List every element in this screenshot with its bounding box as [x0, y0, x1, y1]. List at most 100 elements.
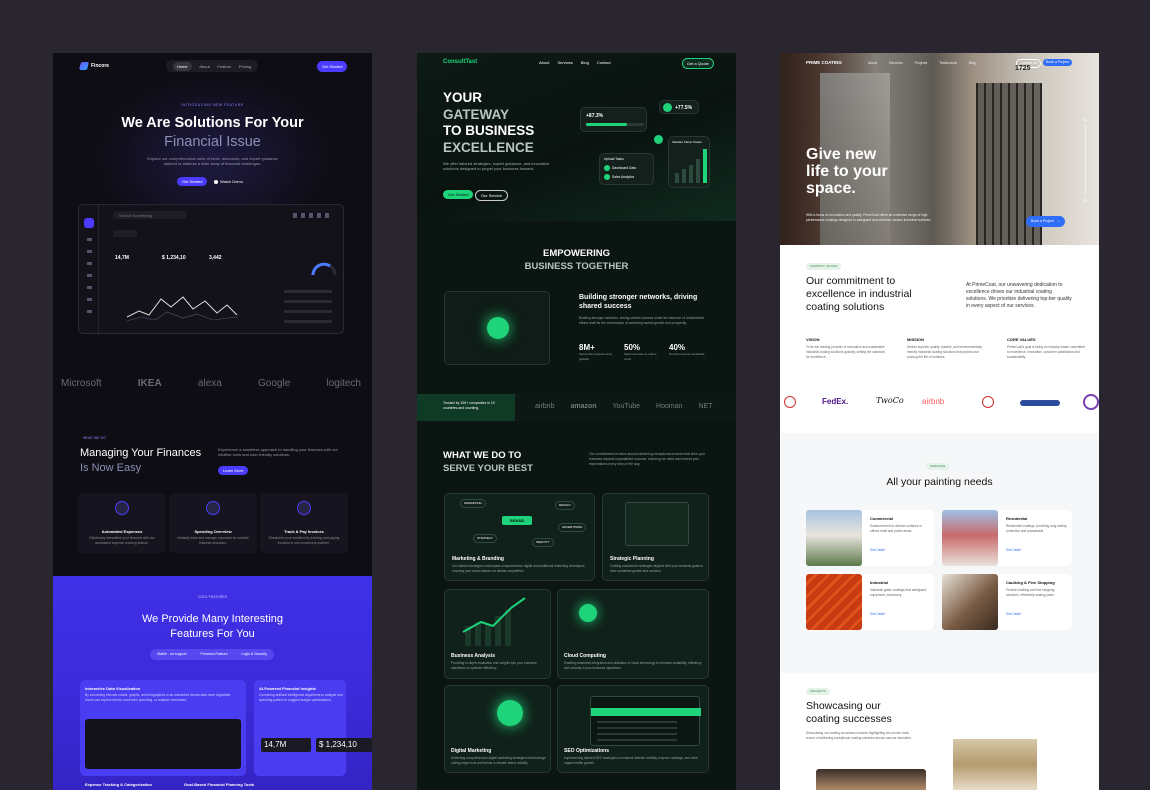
dashboard-gauge: [311, 262, 337, 276]
upload-tasks-card: Upload Tasks Dashboard Data Sales Analyt…: [599, 153, 654, 185]
projects-text: Showcasing our coating successes involve…: [806, 731, 912, 740]
hero-get-started-button[interactable]: Get Started: [177, 177, 208, 186]
service-strategic[interactable]: Strategic Planning Crafting customized s…: [602, 493, 709, 581]
prime-coating-logo[interactable]: PRIME COATING: [806, 60, 842, 66]
stat-balance: $ 1,234,10: [162, 255, 186, 261]
watch-demo-button[interactable]: Watch Demo: [214, 179, 243, 184]
dashboard-top-icons: [293, 213, 333, 218]
nav-about[interactable]: About: [868, 61, 877, 66]
stat-2: 50% Sales increase & reduce costs: [624, 343, 657, 361]
feature-card-visualization: Interactive Data Visualization By conver…: [80, 680, 246, 776]
tab-security[interactable]: Login & Security: [242, 652, 268, 657]
fincore-logo-icon: [78, 62, 90, 70]
nav-pricing[interactable]: Pricing: [239, 64, 251, 69]
house-number: 1725: [1015, 65, 1031, 72]
logo-ikea: IKEA: [137, 378, 162, 389]
features-section: COOL FEATURES We Provide Many Interestin…: [53, 576, 372, 790]
learn-more-button[interactable]: Learn More: [218, 466, 249, 475]
tab-premium[interactable]: Premium Feature: [201, 652, 228, 657]
dashboard-search-input[interactable]: Search Something: [113, 211, 187, 219]
service-marketing[interactable]: BRAND MARKETING DESIGN ADVERTISING STRAT…: [444, 493, 595, 581]
consulttast-logo[interactable]: ConsultTast: [443, 59, 477, 65]
hero-title: Give new life to your space.: [806, 146, 888, 197]
growth-chart-illustration: [462, 597, 526, 646]
task-icon: [604, 165, 610, 171]
get-quote-button[interactable]: Get a Quote: [682, 58, 714, 69]
nav-projects[interactable]: Projects: [915, 61, 928, 66]
value-core: CORE VALUES PrimeCoat's goal is being an…: [1007, 337, 1085, 359]
nav-testimonial[interactable]: Testimonial: [939, 61, 957, 66]
main-nav: Home About Feature Pricing: [166, 60, 258, 72]
partner-logos: Microsoft IKEA alexa Google logitech: [61, 378, 361, 389]
metric-card-2: +77.5%: [659, 100, 699, 114]
sidebar-icons: [87, 238, 92, 318]
nav-services[interactable]: Services: [889, 61, 902, 66]
play-icon: [214, 179, 218, 184]
network-illustration: [444, 291, 550, 365]
trusted-logos: airbnb amazon YouTube Hooman NET: [535, 403, 735, 410]
nav-feature[interactable]: Feature: [217, 64, 231, 69]
section2-eyebrow: WHAT WE DO: [83, 436, 106, 440]
trusted-bar: Trusted by 150+ companies in 10 countrie…: [417, 394, 736, 421]
get-started-nav-button[interactable]: Get Started: [317, 61, 348, 72]
transaction-list: [284, 290, 332, 328]
service-digital-marketing[interactable]: Digital Marketing Delivering comprehensi…: [444, 685, 551, 773]
values-title: Our commitment to excellence in industri…: [806, 275, 912, 313]
clock-icon: [297, 501, 311, 515]
dashboard-filter[interactable]: [113, 230, 137, 237]
network-text: Building stronger networks, driving shar…: [579, 316, 705, 325]
service-cloud[interactable]: Cloud Computing Enabling seamless integr…: [557, 589, 709, 679]
dashboard-logo-icon: [84, 218, 94, 228]
nav-blog[interactable]: Blog: [969, 61, 976, 66]
hero-title-line2: Financial Issue: [164, 134, 261, 150]
project-image-2[interactable]: [953, 739, 1037, 790]
service-caulking[interactable]: Caulking & Fine Stopping Precise caulkin…: [942, 574, 1072, 630]
service-seo[interactable]: SEO Optimizations Implementing tailored …: [557, 685, 709, 773]
services-title: WHAT WE DO TO SERVE YOUR BEST: [443, 450, 533, 474]
slide-indicator-end: 03: [1083, 198, 1088, 203]
growth-icon: [663, 103, 672, 112]
nav-home[interactable]: Home: [172, 61, 192, 71]
client-logos: FedEx. TwoCo airbnb: [780, 394, 1099, 414]
logo-alexa: alexa: [197, 378, 222, 389]
section2-title-line1: Managing Your Finances: [80, 447, 202, 459]
stat-1: 8M+ Successful projects done globally: [579, 343, 613, 361]
logo-youtube: YouTube: [612, 403, 641, 410]
slide-track[interactable]: [1085, 125, 1086, 195]
project-image-1[interactable]: [816, 769, 926, 790]
book-project-nav-button[interactable]: Book a Project: [1043, 59, 1072, 66]
our-service-button[interactable]: Our Service: [475, 190, 509, 201]
feature-card-spending: Spending Overview Instantly track and ma…: [169, 493, 257, 553]
hero-get-started-button[interactable]: Get Started: [443, 190, 474, 199]
service-business-analysis[interactable]: Business Analysis Providing in-depth eva…: [444, 589, 551, 679]
arrow-right-icon: →: [1056, 219, 1061, 223]
service-commercial[interactable]: Commercial Enhancement for diverse surfa…: [806, 510, 934, 566]
feature-card-invoices: Track & Pay Invoices Streamline your wor…: [260, 493, 348, 553]
industrial-image: [806, 574, 862, 630]
fincore-logo[interactable]: Fincore: [78, 62, 109, 70]
service-industrial[interactable]: Industrial Industrial grade coatings tha…: [806, 574, 934, 630]
feature-card-automated: Automated Expenses Effortlessly streamli…: [78, 493, 166, 553]
nav-services[interactable]: Services: [557, 60, 572, 65]
fincore-landing-screenshot: Fincore Home About Feature Pricing Get S…: [53, 53, 372, 790]
hero-subtitle: We offer tailored strategies, expert gui…: [443, 161, 550, 171]
stat-count: 3,442: [209, 255, 222, 261]
nav-contact[interactable]: Contact: [597, 60, 611, 65]
stat-3: 40% Growth revenue worldwide: [669, 343, 705, 356]
mini-stat-1: 14,7M: [261, 738, 311, 752]
value-vision: VISION To be the leading provider of inn…: [806, 337, 885, 359]
logo-airbnb: airbnb: [922, 397, 945, 406]
service-residential[interactable]: Residential Residential coatings, provid…: [942, 510, 1072, 566]
dashboard-preview: Search Something 14,7M $ 1,234,10 3,442: [78, 204, 344, 335]
feature-tabs: Stable - on support Premium Feature Logi…: [150, 649, 274, 660]
nav-about[interactable]: About: [539, 60, 549, 65]
hero-book-project-button[interactable]: Book a Project →: [1026, 216, 1066, 227]
tab-stable[interactable]: Stable - on support: [157, 652, 187, 657]
company-values-tag: COMPANY VALUES: [806, 263, 842, 270]
projects-tag: PROJECTS: [806, 688, 831, 695]
caulking-image: [942, 574, 998, 630]
nav-blog[interactable]: Blog: [581, 60, 589, 65]
checklist-illustration: [625, 502, 689, 546]
nav-about[interactable]: About: [199, 64, 209, 69]
dashboard-line-chart: [126, 296, 238, 322]
